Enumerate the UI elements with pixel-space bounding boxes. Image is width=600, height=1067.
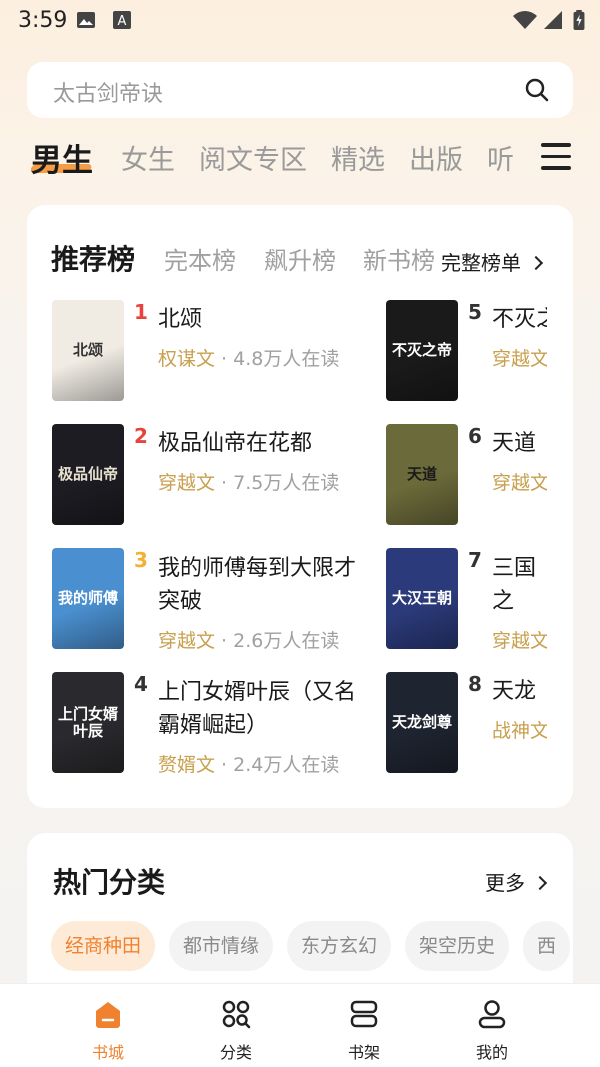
rank-card: 推荐榜 完本榜 飙升榜 新书榜 完整榜单 北颂 1 北颂 权谋文 · 4.8万人… [27,205,573,808]
tab-featured[interactable]: 精选 [331,138,385,177]
signal-icon [544,11,562,29]
cover-title-art: 上门女婿叶辰 [58,704,119,740]
rank-tab-new[interactable]: 新书榜 [363,241,435,276]
book-genre: 赘婿文 [158,754,216,776]
svg-text:A: A [118,14,127,29]
cover-title-art: 我的师傅 [58,589,119,607]
rank-number: 8 [468,672,482,696]
book-cover[interactable]: 上门女婿叶辰 [52,672,124,773]
battery-charging-icon [573,10,585,30]
rank-tab-complete[interactable]: 完本榜 [164,241,236,276]
rank-number: 1 [134,300,148,324]
rank-tab-recommend[interactable]: 推荐榜 [51,238,135,278]
book-title: 我的师傅每到大限才突破 [158,556,357,614]
book-genre: 穿越文 [492,630,547,652]
book-item[interactable]: 天道 6 天道 穿越文 [386,424,573,534]
book-readers: 7.5万人在读 [233,472,340,494]
full-rank-label: 完整榜单 [441,251,521,275]
book-cover[interactable]: 大汉王朝 [386,548,458,649]
rank-number: 6 [468,424,482,448]
bottom-nav: 书城 分类 书架 我的 [0,983,600,1067]
search-placeholder: 太古剑帝诀 [53,82,164,107]
book-meta: 穿越文 [492,344,547,371]
book-readers: 2.6万人在读 [233,630,340,652]
rank-number: 3 [134,548,148,572]
nav-label: 我的 [475,1043,508,1062]
book-cover[interactable]: 北颂 [52,300,124,401]
book-genre: 穿越文 [158,630,216,652]
category-chip[interactable]: 都市情缘 [169,921,274,971]
category-chip[interactable]: 东方玄幻 [287,921,392,971]
book-cover[interactable]: 天道 [386,424,458,525]
font-app-icon: A [113,11,131,29]
profile-icon [478,1000,506,1029]
book-item[interactable]: 不灭之帝 5 不灭之 穿越文 [386,300,573,410]
book-title: 天道 [492,431,537,456]
category-chip[interactable]: 经商种田 [51,921,156,971]
book-genre: 穿越文 [492,472,547,494]
cover-title-art: 不灭之帝 [392,341,453,359]
chevron-right-icon [532,875,548,891]
book-meta: 赘婿文 · 2.4万人在读 [158,754,340,776]
book-title: 三国之备， [492,556,537,614]
status-bar: 3:59 A [0,0,600,44]
more-label: 更多 [485,871,525,895]
cover-title-art: 天道 [406,465,437,483]
bookshelf-icon [350,1000,378,1028]
book-genre: 战神文 [492,720,547,742]
book-cover[interactable]: 不灭之帝 [386,300,458,401]
book-title: 极品仙帝在花都 [158,431,313,456]
category-chip[interactable]: 架空历史 [405,921,510,971]
book-cover[interactable]: 我的师傅 [52,548,124,649]
tab-female[interactable]: 女生 [121,138,175,177]
tab-yuewen[interactable]: 阅文专区 [199,138,307,177]
rank-number: 2 [134,424,148,448]
tab-publish[interactable]: 出版 [409,138,463,177]
rank-number: 7 [468,548,482,572]
book-item[interactable]: 天龙剑尊 8 天龙 战神文 [386,672,573,782]
book-title: 不灭之 [492,307,547,332]
wifi-icon [513,11,537,29]
more-link[interactable]: 更多 [485,867,548,896]
home-icon [96,1002,120,1028]
cover-title-art: 大汉王朝 [392,589,453,607]
book-meta: 权谋文 · 4.8万人在读 [158,348,340,370]
book-meta: 穿越文 [492,468,547,495]
category-chip[interactable]: 西 [523,921,571,971]
book-cover[interactable]: 天龙剑尊 [386,672,458,773]
book-meta: 穿越文 [492,626,547,653]
status-time: 3:59 [18,8,68,33]
search-bar[interactable]: 太古剑帝诀 [27,62,573,118]
rank-tab-rising[interactable]: 飙升榜 [264,241,336,276]
tab-listen[interactable]: 听 [487,138,514,177]
gallery-icon [77,12,95,28]
book-title: 上门女婿叶辰（又名霸婿崛起） [158,680,357,738]
book-title: 北颂 [158,307,203,332]
book-readers: 4.8万人在读 [233,348,340,370]
chevron-right-icon [528,255,544,271]
book-cover[interactable]: 极品仙帝 [52,424,124,525]
cover-title-art: 北颂 [72,341,103,359]
rank-number: 5 [468,300,482,324]
book-item[interactable]: 大汉王朝 7 三国之备， 穿越文 [386,548,573,668]
book-title: 天龙 [492,679,537,704]
tab-male[interactable]: 男生 [31,135,93,180]
menu-icon[interactable] [541,143,571,171]
search-icon[interactable] [523,76,551,104]
full-rank-link[interactable]: 完整榜单 [441,247,545,276]
book-genre: 穿越文 [492,348,547,370]
hot-categories-title: 热门分类 [53,866,166,899]
book-meta: 穿越文 · 7.5万人在读 [158,472,340,494]
cover-title-art: 极品仙帝 [58,465,119,483]
nav-profile[interactable]: 我的 [417,984,567,1067]
cover-title-art: 天龙剑尊 [392,713,453,731]
book-genre: 权谋文 [158,348,216,370]
book-readers: 2.4万人在读 [233,754,340,776]
rank-number: 4 [134,672,148,696]
category-grid-icon [222,1000,251,1029]
book-genre: 穿越文 [158,472,216,494]
book-meta: 穿越文 · 2.6万人在读 [158,630,340,652]
book-meta: 战神文 [492,716,547,743]
